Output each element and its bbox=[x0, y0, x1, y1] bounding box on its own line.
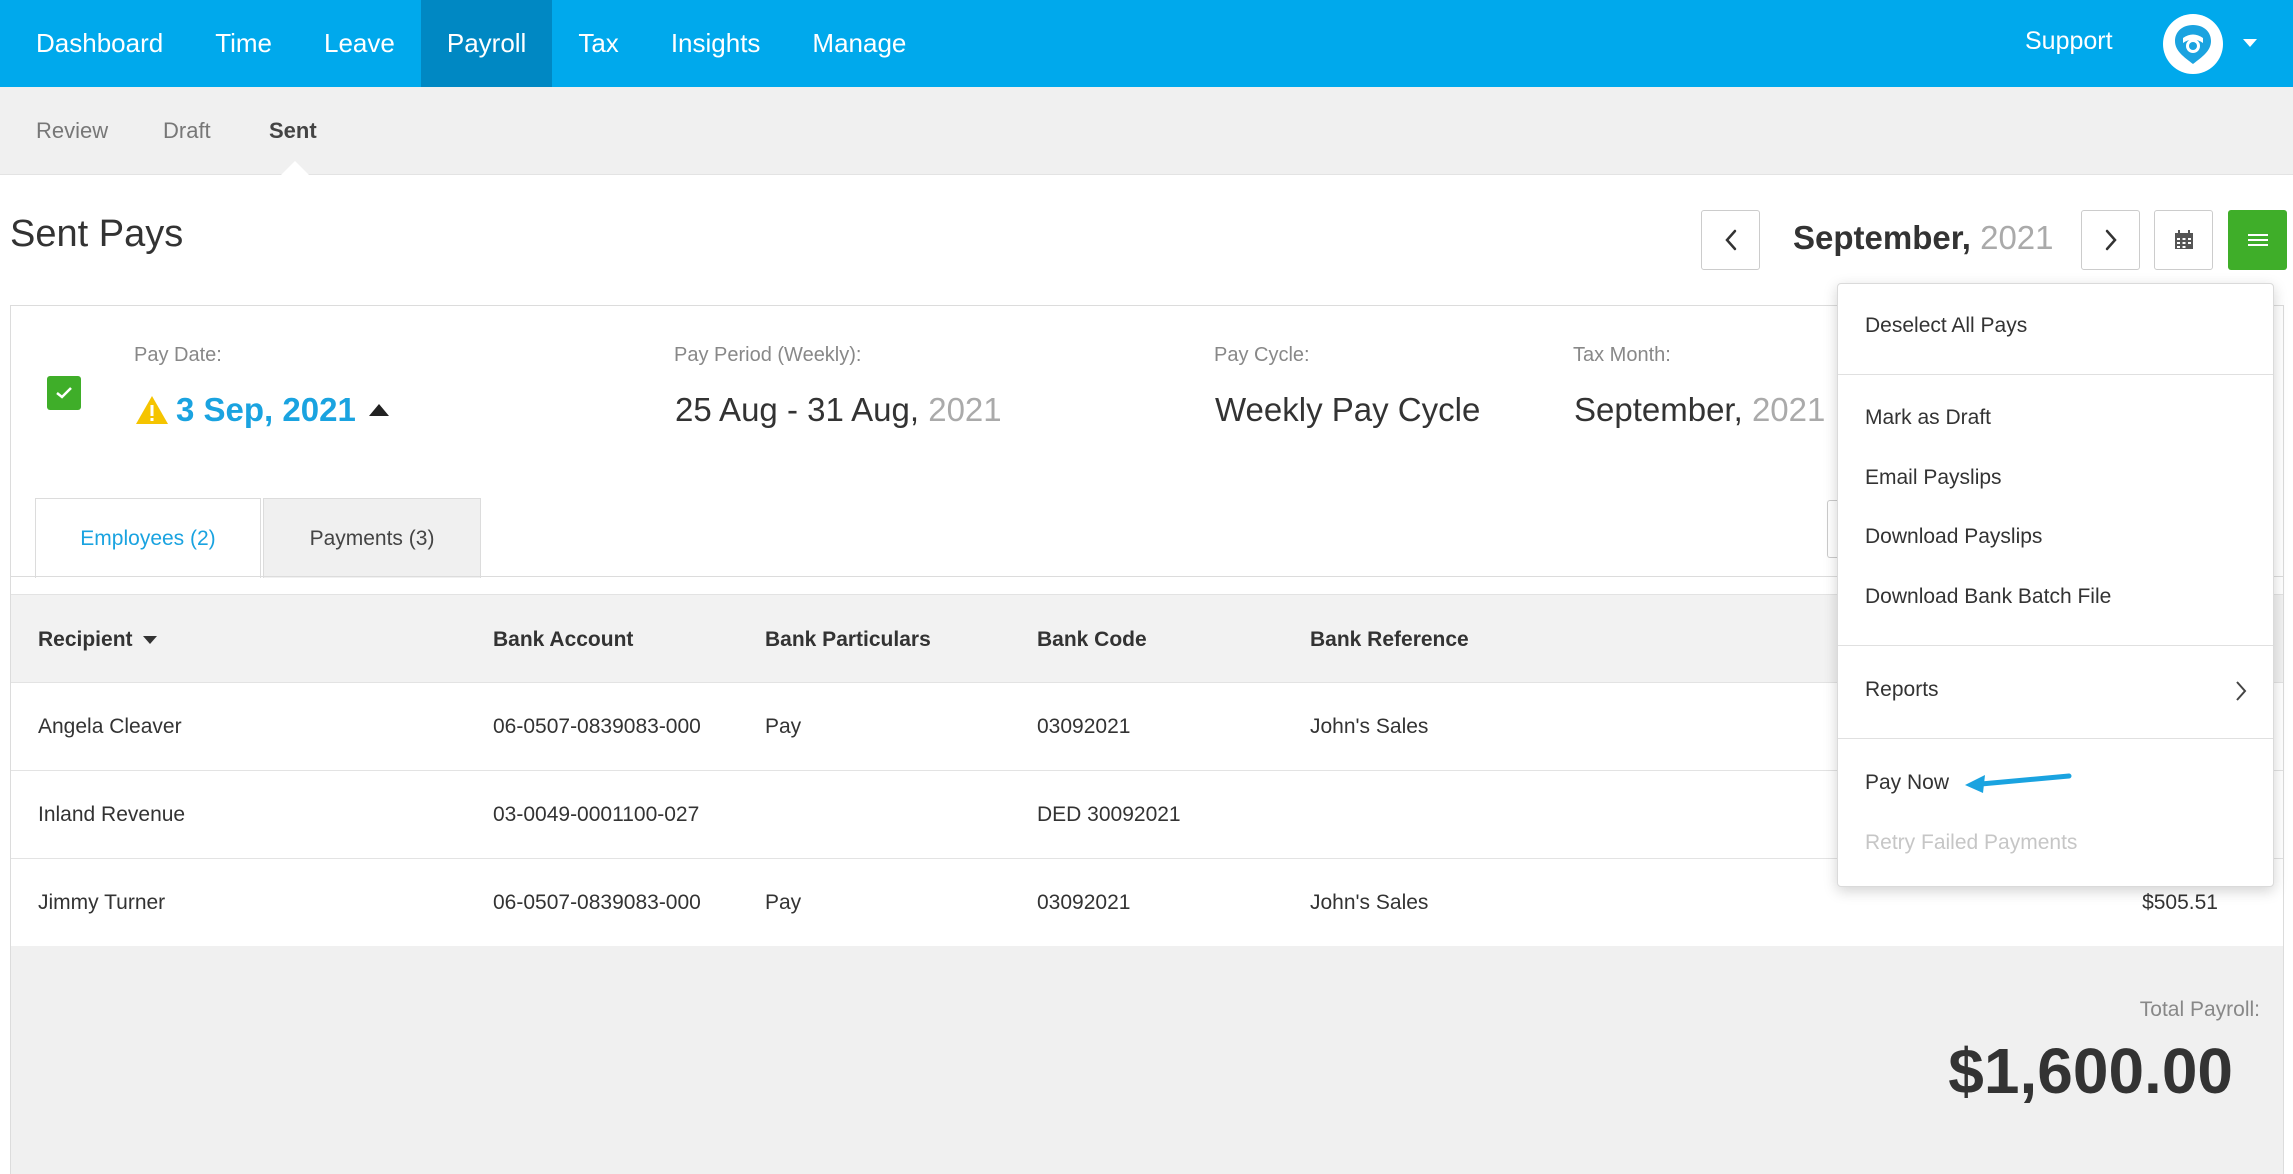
column-header-bank-code: Bank Code bbox=[1037, 628, 1147, 651]
month-year: 2021 bbox=[1980, 219, 2054, 256]
cell-bank-particulars: Pay bbox=[765, 715, 802, 738]
totals-panel: Total Payroll: $1,600.00 bbox=[11, 946, 2283, 1174]
pay-cycle-label: Pay Cycle: bbox=[1214, 344, 1310, 366]
select-pay-checkbox[interactable] bbox=[47, 376, 81, 410]
nav-insights[interactable]: Insights bbox=[645, 0, 787, 87]
warning-icon bbox=[136, 396, 168, 424]
cell-recipient: Angela Cleaver bbox=[38, 715, 182, 738]
menu-item-email-payslips[interactable]: Email Payslips bbox=[1865, 466, 2002, 490]
page-title: Sent Pays bbox=[10, 213, 184, 255]
hamburger-icon bbox=[2247, 234, 2268, 246]
chevron-right-icon bbox=[2236, 681, 2247, 701]
pay-period-range: 25 Aug - 31 Aug, bbox=[675, 391, 920, 428]
pay-period-value: 25 Aug - 31 Aug, 2021 bbox=[675, 391, 1002, 429]
active-tab-indicator bbox=[280, 161, 310, 176]
collapse-caret-icon[interactable] bbox=[369, 404, 389, 416]
menu-item-reports[interactable]: Reports bbox=[1865, 678, 1939, 702]
cell-bank-reference: John's Sales bbox=[1310, 891, 1429, 914]
nav-payroll[interactable]: Payroll bbox=[420, 0, 553, 87]
pay-date-label: Pay Date: bbox=[134, 344, 222, 366]
account-avatar[interactable] bbox=[2163, 14, 2223, 74]
month-name: September, bbox=[1793, 219, 1971, 256]
annotation-arrow-icon bbox=[1965, 773, 2072, 793]
total-payroll-label: Total Payroll: bbox=[2139, 998, 2260, 1021]
actions-dropdown-menu: Deselect All Pays Mark as Draft Email Pa… bbox=[1837, 283, 2274, 887]
menu-item-deselect-all-pays[interactable]: Deselect All Pays bbox=[1865, 314, 2027, 338]
tax-month-label: Tax Month: bbox=[1573, 344, 1671, 366]
cell-bank-code: 03092021 bbox=[1037, 891, 1131, 914]
cell-bank-reference: John's Sales bbox=[1310, 715, 1429, 738]
menu-divider bbox=[1838, 645, 2273, 646]
column-header-bank-reference: Bank Reference bbox=[1310, 628, 1469, 651]
nav-time[interactable]: Time bbox=[189, 0, 298, 87]
previous-month-button[interactable] bbox=[1701, 210, 1760, 270]
total-payroll-value: $1,600.00 bbox=[1948, 1035, 2233, 1107]
nav-tax[interactable]: Tax bbox=[552, 0, 644, 87]
sub-navigation-bar: Review Draft Sent bbox=[0, 87, 2293, 176]
actions-menu-button[interactable] bbox=[2228, 210, 2287, 270]
cell-bank-code: DED 30092021 bbox=[1037, 803, 1181, 826]
logo-icon bbox=[2175, 25, 2211, 64]
cell-bank-account: 06-0507-0839083-000 bbox=[493, 715, 701, 738]
next-month-button[interactable] bbox=[2081, 210, 2140, 270]
menu-item-download-payslips[interactable]: Download Payslips bbox=[1865, 525, 2042, 549]
pay-period-label: Pay Period (Weekly): bbox=[674, 344, 862, 366]
tax-month-value: September, 2021 bbox=[1574, 391, 1825, 429]
account-menu-caret-icon[interactable] bbox=[2243, 39, 2257, 47]
nav-manage[interactable]: Manage bbox=[786, 0, 932, 87]
menu-item-mark-as-draft[interactable]: Mark as Draft bbox=[1865, 406, 1991, 430]
menu-divider bbox=[1838, 374, 2273, 375]
menu-item-download-bank-batch-file[interactable]: Download Bank Batch File bbox=[1865, 585, 2111, 609]
pay-date-value[interactable]: 3 Sep, 2021 bbox=[134, 391, 356, 429]
calendar-icon bbox=[2174, 230, 2193, 249]
calendar-button[interactable] bbox=[2154, 210, 2213, 270]
column-header-bank-particulars: Bank Particulars bbox=[765, 628, 931, 651]
cell-recipient: Inland Revenue bbox=[38, 803, 186, 826]
support-link[interactable]: Support bbox=[2025, 0, 2113, 83]
sort-descending-icon bbox=[142, 636, 157, 645]
subnav-review[interactable]: Review bbox=[36, 87, 108, 175]
cell-bank-particulars: Pay bbox=[765, 891, 802, 914]
tab-payments[interactable]: Payments (3) bbox=[263, 498, 481, 578]
menu-item-retry-failed-payments: Retry Failed Payments bbox=[1865, 831, 2078, 854]
pay-period-year: 2021 bbox=[928, 391, 1002, 428]
menu-divider bbox=[1838, 738, 2273, 739]
chevron-left-icon bbox=[1724, 229, 1736, 251]
cell-bank-code: 03092021 bbox=[1037, 715, 1131, 738]
nav-dashboard[interactable]: Dashboard bbox=[0, 0, 189, 87]
menu-item-pay-now[interactable]: Pay Now bbox=[1865, 771, 1949, 795]
column-header-recipient[interactable]: Recipient bbox=[38, 595, 157, 684]
tab-employees[interactable]: Employees (2) bbox=[35, 498, 261, 578]
pay-cycle-value: Weekly Pay Cycle bbox=[1215, 391, 1481, 428]
tax-month-year: 2021 bbox=[1751, 391, 1826, 428]
month-label: September, 2021 bbox=[1793, 219, 2054, 257]
cell-bank-account: 06-0507-0839083-000 bbox=[493, 891, 701, 914]
cell-bank-account: 03-0049-0001100-027 bbox=[493, 803, 700, 826]
top-navigation-bar: Dashboard Time Leave Payroll Tax Insight… bbox=[0, 0, 2293, 87]
checkmark-icon bbox=[56, 387, 72, 399]
pay-date-text: 3 Sep, 2021 bbox=[176, 391, 356, 428]
column-header-recipient-label: Recipient bbox=[38, 628, 133, 651]
tax-month-name: September, bbox=[1574, 391, 1743, 428]
column-header-bank-account: Bank Account bbox=[493, 628, 634, 651]
chevron-right-icon bbox=[2105, 229, 2117, 251]
nav-leave[interactable]: Leave bbox=[298, 0, 421, 87]
subnav-draft[interactable]: Draft bbox=[163, 87, 211, 175]
cell-recipient: Jimmy Turner bbox=[38, 891, 166, 914]
